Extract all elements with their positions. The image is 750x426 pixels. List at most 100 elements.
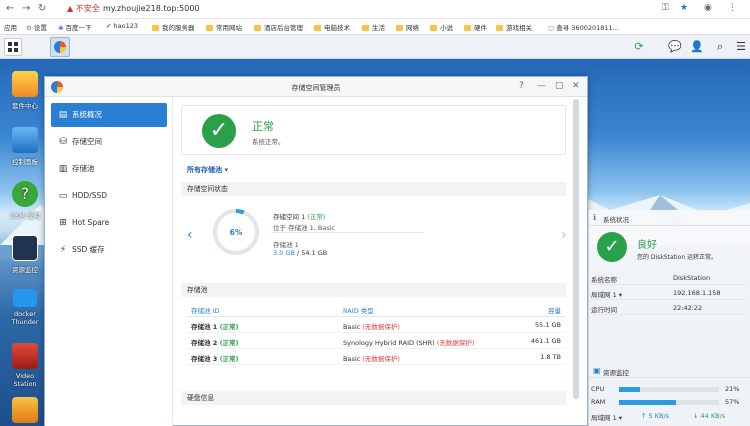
col-capacity[interactable]: 容量 (548, 305, 561, 315)
chevron-down-icon: ▾ (224, 166, 228, 174)
bookmark-baidu[interactable]: ❀ 百度一下 (58, 22, 92, 32)
col-pool-id[interactable]: 存储池 ID (191, 305, 220, 315)
storage-pool-icon: ▥ (58, 164, 68, 174)
notification-icon[interactable]: 💬 (668, 40, 682, 54)
window-titlebar[interactable]: 存储空间管理员 ? — ▢ ✕ (45, 77, 587, 97)
back-icon[interactable]: ← (6, 3, 14, 14)
pool-table: 存储池 ID RAID 类型 容量 存储池 1 (正常) Basic (无数据保… (187, 303, 565, 365)
forward-icon[interactable]: → (22, 3, 30, 14)
pool-capacity: 55.1 GB (534, 321, 561, 329)
profile-icon[interactable]: ◉ (704, 3, 712, 13)
sync-icon[interactable]: ⟳ (632, 40, 646, 54)
desktop-icon-resource-monitor[interactable]: 资源监控 (4, 235, 46, 274)
main-menu-icon[interactable] (4, 38, 22, 56)
main-panel: ✓ 正常 系统正常。 所有存储池 ▾ 存储空间状态 ‹ › 6% 存储空间 1 … (175, 97, 571, 426)
nav-overview[interactable]: ▤ 系统概况 (51, 103, 167, 127)
ok-check-icon: ✓ (202, 114, 236, 148)
nav-volume[interactable]: ⛁ 存储空间 (51, 130, 167, 154)
health-desc: 您的 DiskStation 运转正常。 (637, 254, 718, 261)
ram-label: RAM (591, 398, 606, 406)
dsm-taskbar: ⟳ 💬 👤 ⌕ ☰ (0, 35, 750, 59)
bookmark-folder[interactable]: 电脑技术 (314, 22, 350, 32)
bookmark-folder[interactable]: 小说 (430, 22, 453, 32)
menu-icon[interactable]: ⋮ (728, 3, 737, 13)
maximize-icon[interactable]: ▢ (555, 81, 564, 91)
nav-ssd-cache[interactable]: ⚡ SSD 缓存 (51, 238, 167, 262)
status-desc: 系统正常。 (252, 138, 285, 146)
hot-spare-icon: ⊞ (59, 218, 67, 228)
star-icon[interactable]: ★ (680, 3, 688, 13)
volume-state: (正常) (307, 213, 326, 221)
nav-hdd-ssd[interactable]: ▭ HDD/SSD (51, 184, 167, 208)
table-row[interactable]: 存储池 2 (正常) Synology Hybrid RAID (SHR) (无… (187, 333, 565, 349)
reload-icon[interactable]: ↻ (38, 3, 46, 14)
key-icon[interactable]: ⚿ (662, 3, 669, 13)
health-ok-icon: ✓ (597, 232, 627, 262)
status-card: ✓ 正常 系统正常。 (181, 105, 566, 155)
pool-id: 存储池 1 (正常) (191, 323, 239, 331)
desktop-icon-package-center[interactable]: 套件中心 (4, 71, 46, 110)
user-icon[interactable]: 👤 (690, 40, 704, 54)
bookmark-settings[interactable]: ⚙ 设置 (26, 22, 47, 32)
not-secure-badge[interactable]: ▲ 不安全 (67, 3, 100, 14)
storage-manager-window: 存储空间管理员 ? — ▢ ✕ ▤ 系统概况 ⛁ 存储空间 ▥ 存储池 ▭ HDD/SS… (44, 76, 588, 426)
browser-toolbar: ← → ↻ ▲ 不安全 my.zhoujie218.top:5000 ⚿ ★ ◉… (0, 0, 750, 19)
volume-pool-label: 存储池 1 (273, 241, 299, 249)
up-arrow-icon: ↑ (641, 412, 647, 420)
pool-capacity: 1.8 TB (540, 353, 561, 361)
bookmark-page[interactable]: ▢ 查寻 3600201811... (548, 22, 619, 32)
search-icon[interactable]: ⌕ (713, 40, 727, 54)
desktop-icon-control-panel[interactable]: 控制面板 (4, 127, 46, 166)
bookmark-folder[interactable]: 常用网站 (206, 22, 242, 32)
table-row[interactable]: 存储池 1 (正常) Basic (无数据保护) 55.1 GB (187, 317, 565, 333)
volume-capacity: 3.0 GB / 54.1 GB (273, 249, 328, 257)
table-row[interactable]: 存储池 3 (正常) Basic (无数据保护) 1.8 TB (187, 349, 565, 365)
health-row: 运行时间 22:42:22 (591, 302, 747, 315)
carousel-next-icon[interactable]: › (561, 227, 567, 243)
bookmark-folder[interactable]: 硬件 (464, 22, 487, 32)
ram-value: 57% (725, 398, 740, 406)
close-icon[interactable]: ✕ (572, 81, 580, 91)
volume-icon: ⛁ (59, 137, 67, 147)
minimize-icon[interactable]: — (537, 81, 546, 91)
desktop-icon-video-station[interactable]: Video Station (4, 343, 46, 388)
health-status: 良好 (637, 240, 657, 251)
widgets-icon[interactable]: ☰ (734, 40, 748, 54)
table-header: 存储池 ID RAID 类型 容量 (187, 303, 565, 317)
hdd-icon: ▭ (58, 191, 68, 201)
help-icon[interactable]: ? (519, 81, 524, 91)
cpu-label: CPU (591, 385, 605, 393)
bookmark-hao123[interactable]: ✔ hao123 (106, 22, 138, 30)
carousel-prev-icon[interactable]: ‹ (187, 227, 193, 243)
nav-storage-pool[interactable]: ▥ 存储池 (51, 157, 167, 181)
monitor-title: 资源监控 (603, 369, 629, 377)
download-rate: ↓ 44 KB/s (693, 412, 726, 420)
bookmark-folder[interactable]: 生活 (362, 22, 385, 32)
volume-name: 存储空间 1 (正常) (273, 213, 326, 221)
pool-id: 存储池 3 (正常) (191, 355, 239, 363)
section-storage-pools: 存储池 (181, 283, 566, 297)
col-raid-type[interactable]: RAID 类型 (343, 305, 374, 315)
ssd-cache-icon: ⚡ (59, 245, 67, 255)
pool-filter-dropdown[interactable]: 所有存储池 ▾ (187, 165, 228, 175)
bookmark-apps[interactable]: 应用 (4, 22, 17, 32)
desktop-icon-download[interactable] (4, 397, 46, 426)
bookmark-folder[interactable]: 酒店后台管理 (254, 22, 303, 32)
health-widget-header: ℹ 系统状况 (589, 210, 750, 226)
bookmark-folder[interactable]: 网络 (396, 22, 419, 32)
bookmark-folder[interactable]: 游戏相关 (496, 22, 532, 32)
scrollbar[interactable] (573, 99, 579, 399)
desktop-icon-docker-thunder[interactable]: docker Thunder (4, 289, 46, 326)
desktop-icon-dsm-help[interactable]: ? DSM 说明 (4, 181, 46, 220)
nav-hot-spare[interactable]: ⊞ Hot Spare (51, 211, 167, 235)
monitor-icon: ▣ (593, 366, 601, 375)
bookmark-folder[interactable]: 我的服务器 (152, 22, 195, 32)
down-arrow-icon: ↓ (693, 412, 699, 420)
window-title: 存储空间管理员 (291, 84, 341, 92)
status-title: 正常 (252, 120, 274, 133)
storage-manager-taskbar-icon[interactable] (50, 37, 70, 57)
lan-select[interactable]: 局域网 1 ▾ (591, 412, 622, 422)
health-row: 局域网 1 ▾ 192.168.1.158 (591, 287, 747, 300)
url-field[interactable]: my.zhoujie218.top:5000 (103, 4, 200, 13)
ram-bar (619, 400, 719, 405)
